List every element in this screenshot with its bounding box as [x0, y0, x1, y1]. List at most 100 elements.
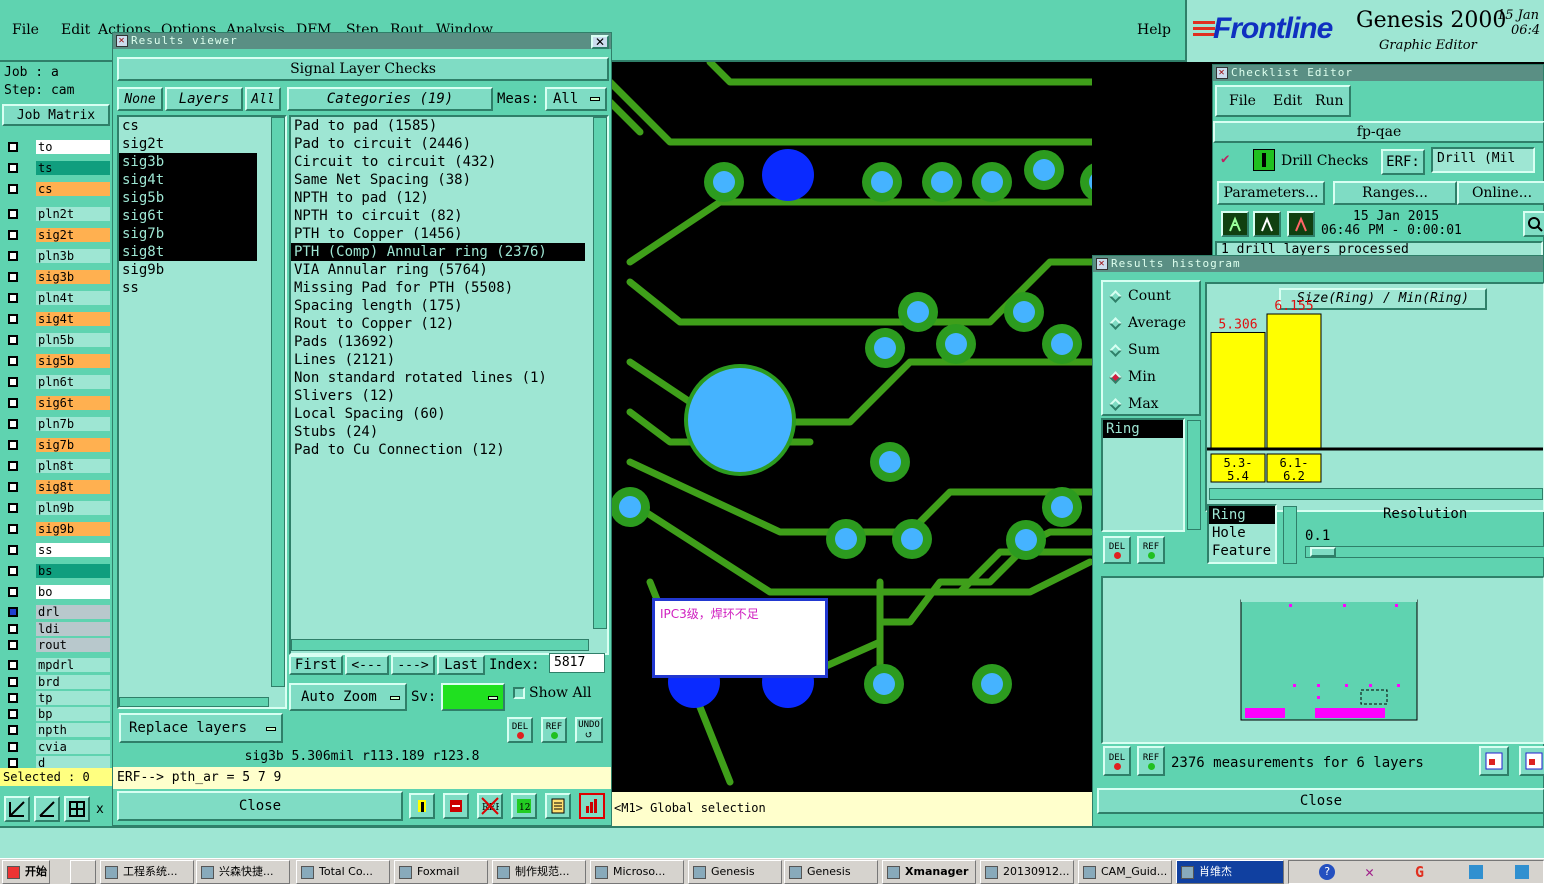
layer-row-rout[interactable]: rout: [4, 637, 110, 653]
layer-checkbox[interactable]: [8, 482, 18, 492]
layer-name[interactable]: sig7b: [36, 438, 110, 452]
layer-name[interactable]: pln3b: [36, 249, 110, 263]
layer-row-pln8t[interactable]: pln8t: [4, 459, 110, 474]
category-item[interactable]: NPTH to circuit (82): [291, 207, 585, 225]
category-item[interactable]: Circuit to circuit (432): [291, 153, 585, 171]
layer-checkbox[interactable]: [8, 184, 18, 194]
layer-name[interactable]: sig5b: [36, 354, 110, 368]
layer-row-pln9b[interactable]: pln9b: [4, 501, 110, 516]
layer-checkbox[interactable]: [8, 272, 18, 282]
checklist-run-menu[interactable]: Run: [1315, 93, 1344, 109]
layer-checkbox[interactable]: [8, 709, 18, 720]
category-item[interactable]: Pads (13692): [291, 333, 585, 351]
mode-min-radio[interactable]: Min: [1109, 369, 1156, 385]
measure-feature[interactable]: Feature: [1209, 542, 1275, 560]
layer-row-sig3b[interactable]: sig3b: [4, 270, 110, 285]
layer-row-pln7b[interactable]: pln7b: [4, 417, 110, 432]
layer-checkbox[interactable]: [8, 503, 18, 513]
histogram-measure-list[interactable]: Ring: [1101, 418, 1185, 532]
categories-button[interactable]: Categories (19): [287, 87, 493, 111]
layer-list-scrollbar[interactable]: [271, 117, 285, 687]
results-layer-item[interactable]: sig2t: [119, 135, 257, 153]
histogram-close-button[interactable]: Close: [1097, 788, 1544, 814]
taskbar-item[interactable]: CAM_Guid...: [1078, 860, 1172, 884]
show-all-checkbox[interactable]: [513, 687, 525, 699]
layer-checkbox[interactable]: [8, 545, 18, 555]
results-layer-item[interactable]: sig5b: [119, 189, 257, 207]
layer-checkbox[interactable]: [8, 660, 18, 671]
export-all-icon[interactable]: [1519, 746, 1544, 776]
taskbar-item[interactable]: 20130912...: [980, 860, 1074, 884]
menu-edit[interactable]: Edit: [61, 22, 90, 38]
import-tool-icon[interactable]: [443, 793, 469, 819]
start-button[interactable]: 开始: [2, 860, 50, 884]
layer-checkbox[interactable]: [8, 335, 18, 345]
results-layer-item[interactable]: cs: [119, 117, 257, 135]
layer-row-ldi[interactable]: ldi: [4, 621, 110, 637]
taskbar-item[interactable]: 肖维杰: [1176, 860, 1284, 884]
results-layer-list[interactable]: cs sig2t sig3b sig4t sig5b sig6t sig7b sig8t sig…: [117, 115, 287, 709]
layer-row-sig6t[interactable]: sig6t: [4, 396, 110, 411]
histogram-bar[interactable]: [1266, 313, 1322, 449]
taskbar-item[interactable]: 制作规范...: [492, 860, 586, 884]
help-tray-icon[interactable]: ?: [1319, 864, 1335, 880]
mode-max-radio[interactable]: Max: [1109, 396, 1159, 412]
layer-row-ts[interactable]: ts: [4, 161, 110, 176]
layer-name[interactable]: sig8t: [36, 480, 110, 494]
layer-checkbox[interactable]: [8, 639, 18, 650]
preview-ref-button[interactable]: REF: [1137, 746, 1165, 776]
category-item[interactable]: Same Net Spacing (38): [291, 171, 585, 189]
preview-del-button[interactable]: DEL: [1103, 746, 1131, 776]
ref-button[interactable]: REF: [541, 717, 567, 743]
undo-button[interactable]: UNDO ↺: [575, 717, 603, 743]
window-menu-icon[interactable]: ✕: [1216, 67, 1228, 79]
layer-checkbox[interactable]: [8, 293, 18, 303]
run-all-icon[interactable]: [1253, 211, 1281, 237]
layer-row-tp[interactable]: tp: [4, 690, 110, 706]
layer-row-pln2t[interactable]: pln2t: [4, 207, 110, 222]
mode-sum-radio[interactable]: Sum: [1109, 342, 1160, 358]
layer-name[interactable]: pln5b: [36, 333, 110, 347]
layer-checkbox[interactable]: [8, 741, 18, 752]
layer-name[interactable]: pln7b: [36, 417, 110, 431]
layer-name[interactable]: cs: [36, 182, 110, 196]
layer-checkbox[interactable]: [8, 142, 18, 152]
histogram-list-scrollbar[interactable]: [1187, 420, 1201, 530]
layer-checkbox[interactable]: [8, 587, 18, 597]
pcb-canvas[interactable]: IPC3级，焊环不足: [610, 62, 1092, 792]
layer-checkbox[interactable]: [8, 163, 18, 173]
layer-name[interactable]: sig9b: [36, 522, 110, 536]
histogram-del-button[interactable]: DEL: [1103, 536, 1131, 564]
online-button[interactable]: Online...: [1457, 181, 1544, 205]
category-item[interactable]: Local Spacing (60): [291, 405, 585, 423]
category-item[interactable]: Missing Pad for PTH (5508): [291, 279, 585, 297]
layer-name[interactable]: to: [36, 140, 110, 154]
taskbar-item[interactable]: Foxmail: [394, 860, 488, 884]
measure-list-scrollbar[interactable]: [1283, 506, 1297, 564]
layer-checkbox[interactable]: [8, 440, 18, 450]
layer-row-pln5b[interactable]: pln5b: [4, 333, 110, 348]
layer-row-ss[interactable]: ss: [4, 543, 110, 558]
layer-row-cs[interactable]: cs: [4, 182, 110, 197]
layer-name[interactable]: sig4t: [36, 312, 110, 326]
results-close-button[interactable]: Close: [117, 791, 403, 821]
job-matrix-button[interactable]: Job Matrix: [2, 104, 110, 126]
checklist-edit-menu[interactable]: Edit: [1273, 93, 1302, 109]
layer-row-cvia[interactable]: cvia: [4, 739, 110, 755]
stop-check-icon[interactable]: [1287, 211, 1315, 237]
check-name[interactable]: Drill Checks: [1281, 153, 1368, 169]
category-item[interactable]: Spacing length (175): [291, 297, 585, 315]
results-viewer-close-icon[interactable]: ✕: [591, 35, 609, 49]
category-item[interactable]: Pad to circuit (2446): [291, 135, 585, 153]
category-item[interactable]: Slivers (12): [291, 387, 585, 405]
menu-file[interactable]: File: [12, 22, 39, 38]
category-item[interactable]: VIA Annular ring (5764): [291, 261, 585, 279]
grid-tool-icon[interactable]: [64, 796, 90, 822]
resolution-slider[interactable]: [1305, 546, 1544, 558]
layer-row-bp[interactable]: bp: [4, 707, 110, 722]
category-item[interactable]: Non standard rotated lines (1): [291, 369, 585, 387]
layer-row-sig5b[interactable]: sig5b: [4, 354, 110, 369]
layers-button[interactable]: Layers: [165, 87, 243, 111]
layer-name[interactable]: sig2t: [36, 228, 110, 242]
layer-name[interactable]: npth: [36, 723, 110, 738]
